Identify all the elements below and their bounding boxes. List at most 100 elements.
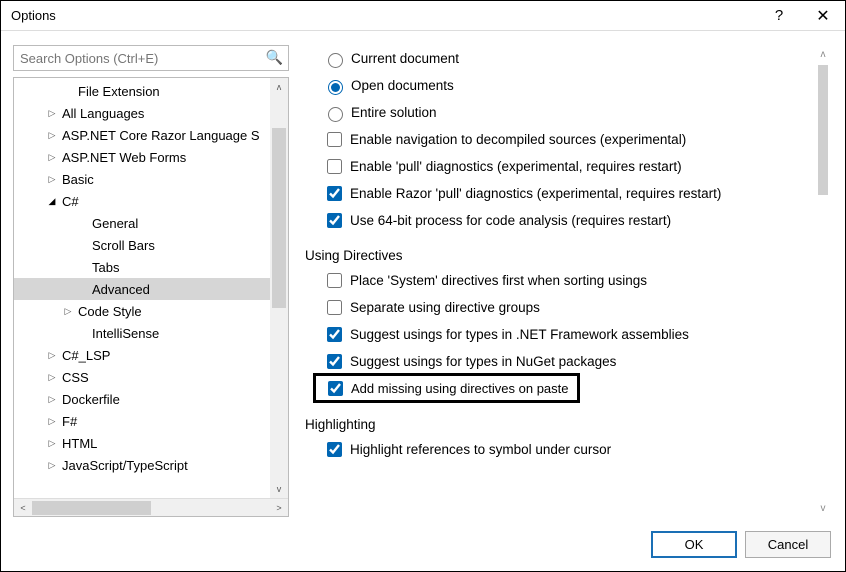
tree-item-label: ASP.NET Core Razor Language S xyxy=(62,128,260,143)
checkbox-input[interactable] xyxy=(327,273,342,288)
check-64bit-process[interactable]: Use 64-bit process for code analysis (re… xyxy=(301,207,809,234)
cancel-button[interactable]: Cancel xyxy=(745,531,831,558)
help-icon[interactable]: ? xyxy=(757,1,801,31)
tree-item[interactable]: IntelliSense xyxy=(14,322,288,344)
close-icon[interactable]: ✕ xyxy=(801,1,845,31)
checkbox-input[interactable] xyxy=(327,213,342,228)
tree-item[interactable]: ▷ C#_LSP xyxy=(14,344,288,366)
tree-item[interactable]: ▷All Languages xyxy=(14,102,288,124)
radio-label: Current document xyxy=(351,51,459,66)
checkbox-label: Highlight references to symbol under cur… xyxy=(350,442,611,457)
caret-closed-icon[interactable]: ▷ xyxy=(46,350,58,361)
caret-closed-icon[interactable]: ▷ xyxy=(46,152,58,163)
tree-list[interactable]: File Extension▷All Languages▷ASP.NET Cor… xyxy=(14,78,288,498)
tree-vscroll-track[interactable] xyxy=(270,96,288,480)
checkbox-label: Place 'System' directives first when sor… xyxy=(350,273,647,288)
tree-item[interactable]: ▷ Code Style xyxy=(14,300,288,322)
radio-entire-solution[interactable]: Entire solution xyxy=(301,99,809,126)
tree-item[interactable]: ▷ASP.NET Web Forms xyxy=(14,146,288,168)
ok-button[interactable]: OK xyxy=(651,531,737,558)
caret-closed-icon[interactable]: ▷ xyxy=(46,108,58,119)
tree-item[interactable]: ▷HTML xyxy=(14,432,288,454)
tree-item[interactable]: Advanced xyxy=(14,278,288,300)
right-scroll-track[interactable] xyxy=(818,63,828,499)
right-scroll-thumb[interactable] xyxy=(818,65,828,195)
tree-item[interactable]: Scroll Bars xyxy=(14,234,288,256)
radio-open-documents[interactable]: Open documents xyxy=(301,72,809,99)
checkbox-input[interactable] xyxy=(327,186,342,201)
tree-item[interactable]: ▷ Basic xyxy=(14,168,288,190)
caret-closed-icon[interactable]: ▷ xyxy=(62,306,74,317)
checkbox-input[interactable] xyxy=(327,354,342,369)
scroll-right-icon[interactable]: > xyxy=(270,499,288,517)
tree-vertical-scrollbar[interactable]: ʌ v xyxy=(270,78,288,498)
tree-item-label: C#_LSP xyxy=(62,348,110,363)
tree-item[interactable]: Tabs xyxy=(14,256,288,278)
scroll-left-icon[interactable]: < xyxy=(14,499,32,517)
radio-current-document[interactable]: Current document xyxy=(301,45,809,72)
scroll-up-icon[interactable]: ʌ xyxy=(270,78,288,96)
caret-closed-icon[interactable]: ▷ xyxy=(46,394,58,405)
tree-item[interactable]: ▷ CSS xyxy=(14,366,288,388)
section-using-directives: Using Directives xyxy=(301,248,809,263)
checkbox-input[interactable] xyxy=(327,442,342,457)
checkbox-label: Add missing using directives on paste xyxy=(351,381,569,396)
check-place-system-first[interactable]: Place 'System' directives first when sor… xyxy=(301,267,809,294)
checkbox-input[interactable] xyxy=(327,132,342,147)
radio-input[interactable] xyxy=(328,53,343,68)
search-input[interactable] xyxy=(13,45,289,71)
checkbox-label: Enable navigation to decompiled sources … xyxy=(350,132,686,147)
tree-hscroll-thumb[interactable] xyxy=(32,501,151,515)
caret-closed-icon[interactable]: ▷ xyxy=(46,372,58,383)
scroll-up-icon[interactable]: ʌ xyxy=(814,45,832,63)
tree-item-label: JavaScript/TypeScript xyxy=(62,458,188,473)
caret-closed-icon[interactable]: ▷ xyxy=(46,416,58,427)
caret-open-icon[interactable]: ◢ xyxy=(46,196,58,207)
tree-item[interactable]: File Extension xyxy=(14,80,288,102)
tree-item[interactable]: ◢C# xyxy=(14,190,288,212)
search-box: 🔍 xyxy=(13,45,289,71)
tree-item-label: Code Style xyxy=(78,304,142,319)
checkbox-input[interactable] xyxy=(327,327,342,342)
radio-label: Open documents xyxy=(351,78,454,93)
tree-item-label: General xyxy=(92,216,138,231)
caret-closed-icon[interactable]: ▷ xyxy=(46,438,58,449)
tree-item-label: Dockerfile xyxy=(62,392,120,407)
scroll-down-icon[interactable]: v xyxy=(814,499,832,517)
caret-closed-icon[interactable]: ▷ xyxy=(46,174,58,185)
tree-item[interactable]: ▷ Dockerfile xyxy=(14,388,288,410)
tree-item[interactable]: General xyxy=(14,212,288,234)
right-vertical-scrollbar[interactable]: ʌ v xyxy=(813,45,833,517)
check-enable-razor-pull-diagnostics[interactable]: Enable Razor 'pull' diagnostics (experim… xyxy=(301,180,809,207)
tree-item[interactable]: ▷ JavaScript/TypeScript xyxy=(14,454,288,476)
checkbox-input[interactable] xyxy=(327,300,342,315)
check-enable-navigation-decompiled[interactable]: Enable navigation to decompiled sources … xyxy=(301,126,809,153)
checkbox-input[interactable] xyxy=(327,159,342,174)
caret-closed-icon[interactable]: ▷ xyxy=(46,460,58,471)
checkbox-label: Use 64-bit process for code analysis (re… xyxy=(350,213,671,228)
scroll-down-icon[interactable]: v xyxy=(270,480,288,498)
tree-vscroll-thumb[interactable] xyxy=(272,128,286,308)
tree-view: File Extension▷All Languages▷ASP.NET Cor… xyxy=(13,77,289,517)
check-separate-using-groups[interactable]: Separate using directive groups xyxy=(301,294,809,321)
radio-input[interactable] xyxy=(328,107,343,122)
checkbox-label: Separate using directive groups xyxy=(350,300,540,315)
tree-horizontal-scrollbar[interactable]: < > xyxy=(14,498,288,516)
check-suggest-usings-framework[interactable]: Suggest usings for types in .NET Framewo… xyxy=(301,321,809,348)
highlighted-option: Add missing using directives on paste xyxy=(313,373,580,403)
check-highlight-references[interactable]: Highlight references to symbol under cur… xyxy=(301,436,809,463)
caret-closed-icon[interactable]: ▷ xyxy=(46,130,58,141)
search-icon[interactable]: 🔍 xyxy=(266,49,283,66)
radio-input[interactable] xyxy=(328,80,343,95)
checkbox-label: Enable 'pull' diagnostics (experimental,… xyxy=(350,159,682,174)
check-enable-pull-diagnostics[interactable]: Enable 'pull' diagnostics (experimental,… xyxy=(301,153,809,180)
tree-item[interactable]: ▷F# xyxy=(14,410,288,432)
check-suggest-usings-nuget[interactable]: Suggest usings for types in NuGet packag… xyxy=(301,348,809,375)
tree-hscroll-track[interactable] xyxy=(32,499,270,517)
checkbox-label: Enable Razor 'pull' diagnostics (experim… xyxy=(350,186,721,201)
radio-label: Entire solution xyxy=(351,105,437,120)
check-add-missing-usings-on-paste[interactable] xyxy=(328,381,343,396)
tree-item-label: CSS xyxy=(62,370,89,385)
tree-item-label: Basic xyxy=(62,172,94,187)
tree-item[interactable]: ▷ ASP.NET Core Razor Language S xyxy=(14,124,288,146)
